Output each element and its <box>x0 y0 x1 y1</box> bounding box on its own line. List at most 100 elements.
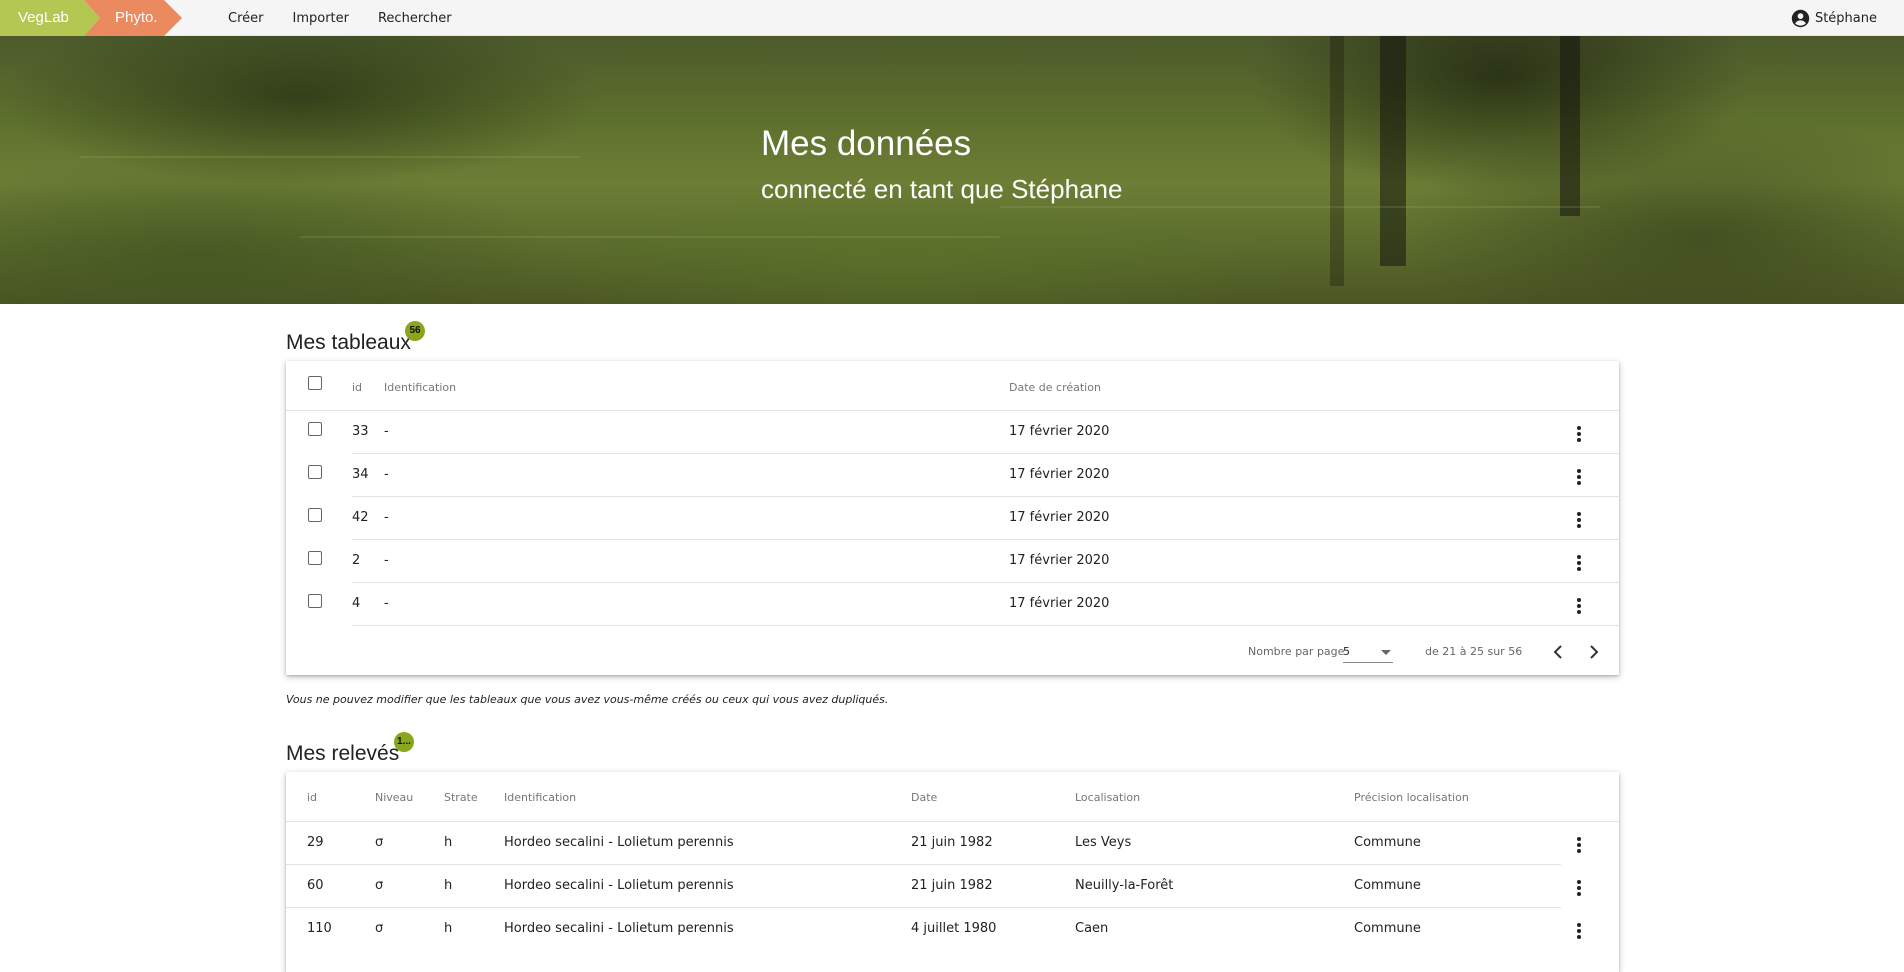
row-menu-icon[interactable] <box>1569 510 1589 530</box>
tables-section-title: Mes tableaux <box>286 331 411 354</box>
tables-count-badge: 56 <box>405 321 425 341</box>
row-divider <box>286 821 1619 822</box>
hero-decoration <box>1000 206 1600 208</box>
next-page-button[interactable] <box>1582 640 1606 664</box>
row-menu-icon[interactable] <box>1569 878 1589 898</box>
table-row-id: 34 <box>352 467 369 482</box>
hero-banner: Mes données connecté en tant que Stéphan… <box>0 36 1904 304</box>
table-row-id: 2 <box>352 553 361 568</box>
table-row-identification: - <box>384 553 389 568</box>
column-header-identification[interactable]: Identification <box>504 791 576 804</box>
breadcrumb-veglab[interactable]: VegLab <box>0 0 100 36</box>
releve-row-id: 60 <box>307 878 324 893</box>
table-row-date: 17 février 2020 <box>1009 424 1110 439</box>
account-circle-icon <box>1791 9 1810 27</box>
row-divider <box>286 410 1619 411</box>
releve-row-localisation: Neuilly-la-Forêt <box>1075 878 1174 893</box>
row-menu-icon[interactable] <box>1569 467 1589 487</box>
column-header-date[interactable]: Date de création <box>1009 381 1101 394</box>
releve-row-localisation: Les Veys <box>1075 835 1132 850</box>
releve-row-strate: h <box>444 921 453 936</box>
column-header-strate[interactable]: Strate <box>444 791 478 804</box>
previous-page-button[interactable] <box>1546 640 1570 664</box>
table-row-identification: - <box>384 467 389 482</box>
column-header-id[interactable]: id <box>307 791 317 804</box>
releve-row-niveau: σ <box>375 921 384 936</box>
hero-decoration <box>300 236 1000 238</box>
releve-row-identification: Hordeo secalini - Lolietum perennis <box>504 835 734 850</box>
hero-decoration <box>1380 36 1406 266</box>
nav-create-link[interactable]: Créer <box>228 11 263 26</box>
releves-table: id Niveau Strate Identification Date Loc… <box>286 772 1619 972</box>
releve-row-date: 21 juin 1982 <box>911 835 993 850</box>
releve-row-strate: h <box>444 878 453 893</box>
page-title: Mes données <box>761 124 972 163</box>
table-row-date: 17 février 2020 <box>1009 510 1110 525</box>
tables-info-note: Vous ne pouvez modifier que les tableaux… <box>286 693 889 706</box>
hero-decoration <box>1560 36 1580 216</box>
releve-row-identification: Hordeo secalini - Lolietum perennis <box>504 921 734 936</box>
row-checkbox[interactable] <box>308 422 322 436</box>
main-nav: Créer Importer Rechercher <box>228 0 481 36</box>
chevron-left-icon <box>1553 645 1562 659</box>
table-row-date: 17 février 2020 <box>1009 596 1110 611</box>
row-divider <box>352 625 1619 626</box>
table-row-id: 42 <box>352 510 369 525</box>
row-menu-icon[interactable] <box>1569 835 1589 855</box>
items-per-page-label: Nombre par page <box>1248 645 1345 658</box>
releve-row-precision: Commune <box>1354 921 1421 936</box>
column-header-id[interactable]: id <box>352 381 362 394</box>
row-checkbox[interactable] <box>308 508 322 522</box>
top-bar: VegLab Phyto. Créer Importer Rechercher … <box>0 0 1904 36</box>
releve-row-strate: h <box>444 835 453 850</box>
column-header-niveau[interactable]: Niveau <box>375 791 413 804</box>
releve-row-date: 4 juillet 1980 <box>911 921 997 936</box>
nav-import-link[interactable]: Importer <box>292 11 349 26</box>
table-row-date: 17 février 2020 <box>1009 467 1110 482</box>
hero-decoration <box>1330 36 1344 286</box>
row-menu-icon[interactable] <box>1569 553 1589 573</box>
table-row-id: 4 <box>352 596 361 611</box>
items-per-page-value: 5 <box>1343 645 1350 658</box>
table-row-identification: - <box>384 424 389 439</box>
table-row-id: 33 <box>352 424 369 439</box>
releve-row-niveau: σ <box>375 878 384 893</box>
releve-row-date: 21 juin 1982 <box>911 878 993 893</box>
row-checkbox[interactable] <box>308 465 322 479</box>
releve-row-id: 110 <box>307 921 332 936</box>
releves-section-title: Mes relevés <box>286 742 400 765</box>
range-label: de 21 à 25 sur 56 <box>1425 645 1523 658</box>
user-menu[interactable]: Stéphane <box>1791 0 1877 36</box>
releve-row-precision: Commune <box>1354 878 1421 893</box>
user-name: Stéphane <box>1814 10 1877 26</box>
nav-search-link[interactable]: Rechercher <box>378 11 452 26</box>
select-all-checkbox[interactable] <box>308 376 322 390</box>
row-menu-icon[interactable] <box>1569 424 1589 444</box>
row-divider <box>352 453 1619 454</box>
row-divider <box>352 539 1619 540</box>
column-header-identification[interactable]: Identification <box>384 381 456 394</box>
releves-count-badge: 1... <box>394 732 414 752</box>
releve-row-id: 29 <box>307 835 324 850</box>
row-divider <box>352 496 1619 497</box>
table-row-date: 17 février 2020 <box>1009 553 1110 568</box>
releve-row-identification: Hordeo secalini - Lolietum perennis <box>504 878 734 893</box>
table-row-identification: - <box>384 510 389 525</box>
items-per-page-select[interactable]: 5 <box>1343 643 1393 663</box>
row-menu-icon[interactable] <box>1569 921 1589 941</box>
column-header-localisation[interactable]: Localisation <box>1075 791 1140 804</box>
table-row-identification: - <box>384 596 389 611</box>
releve-row-niveau: σ <box>375 835 384 850</box>
row-checkbox[interactable] <box>308 551 322 565</box>
row-divider <box>286 864 1561 865</box>
row-checkbox[interactable] <box>308 594 322 608</box>
column-header-precision[interactable]: Précision localisation <box>1354 791 1469 804</box>
chevron-right-icon <box>1590 645 1599 659</box>
releve-row-precision: Commune <box>1354 835 1421 850</box>
row-menu-icon[interactable] <box>1569 596 1589 616</box>
hero-decoration <box>80 156 580 158</box>
page-subtitle: connecté en tant que Stéphane <box>761 174 1123 204</box>
column-header-date[interactable]: Date <box>911 791 937 804</box>
dropdown-arrow-icon <box>1381 650 1391 655</box>
releve-row-localisation: Caen <box>1075 921 1109 936</box>
